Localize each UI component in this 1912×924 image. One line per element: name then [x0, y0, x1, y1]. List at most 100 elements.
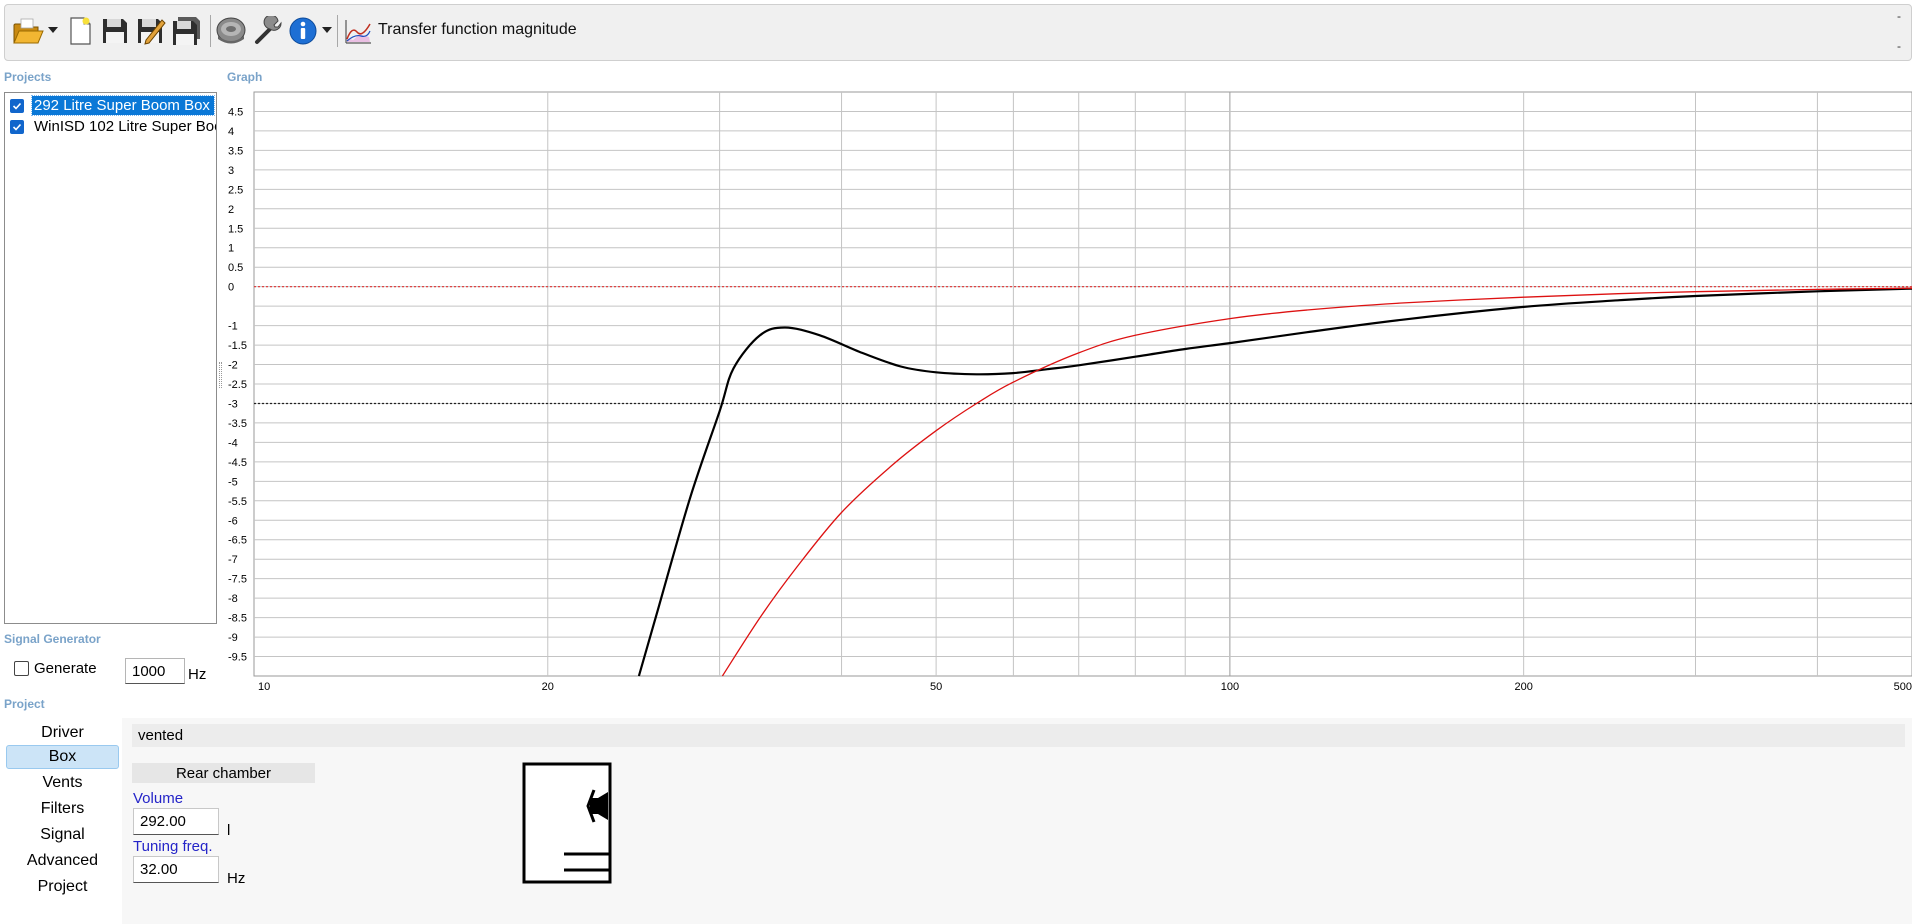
project-panel: Driver Box Vents Filters Signal Advanced… [0, 718, 1912, 924]
y-tick-label: -5.5 [228, 496, 247, 508]
y-tick-label: -2.5 [228, 379, 247, 391]
y-tick-label: 4 [228, 126, 234, 138]
y-tick-label: -3 [228, 398, 238, 410]
x-tick-label: 50 [930, 681, 942, 690]
y-tick-label: -1.5 [228, 340, 247, 352]
y-tick-label: 2 [228, 204, 234, 216]
driver-speaker-icon [216, 17, 246, 44]
y-tick-label: -8.5 [228, 613, 247, 625]
nav-project[interactable]: Project [6, 875, 119, 899]
y-tick-label: 3.5 [228, 145, 243, 157]
x-tick-label: 500 [1894, 681, 1912, 690]
info-dropdown-arrow[interactable] [322, 27, 332, 33]
y-tick-label: -2 [228, 360, 238, 372]
project-name: WinISD 102 Litre Super Boo [34, 118, 217, 135]
project-checkbox[interactable] [10, 119, 24, 134]
tuning-freq-unit: Hz [227, 870, 246, 887]
projects-list[interactable]: 292 Litre Super Boom Box WinISD 102 Litr… [4, 92, 217, 624]
box-type-selector[interactable]: vented [132, 724, 1905, 747]
x-tick-label: 200 [1514, 681, 1532, 690]
graph-type-label[interactable]: Transfer function magnitude [378, 21, 577, 39]
project-item-winisd-102-litre[interactable]: WinISD 102 Litre Super Boo [5, 116, 216, 137]
y-tick-label: -8 [228, 593, 238, 605]
checkmark-icon [12, 123, 22, 131]
y-tick-label: 4.5 [228, 106, 243, 118]
y-tick-label: -9 [228, 632, 238, 644]
volume-unit: l [227, 822, 231, 839]
signal-frequency-input[interactable] [125, 658, 185, 684]
signal-generator-section-label: Signal Generator [4, 632, 101, 646]
signal-frequency-unit: Hz [188, 666, 207, 683]
volume-label: Volume [133, 790, 184, 807]
y-tick-label: -3.5 [228, 418, 247, 430]
tuning-freq-input[interactable] [133, 856, 219, 883]
new-document-button[interactable] [63, 13, 97, 49]
x-tick-label: 100 [1221, 681, 1239, 690]
open-folder-dropdown-arrow[interactable] [48, 27, 58, 33]
y-tick-label: 1 [228, 243, 234, 255]
x-axis-tick-labels: 10 20 50 100 200 500 [258, 681, 1912, 690]
y-tick-label: 3 [228, 165, 234, 177]
box-diagram [522, 762, 612, 884]
checkmark-icon [12, 102, 22, 110]
projects-section-label: Projects [4, 70, 52, 84]
box-settings: vented Rear chamber Volume l Tuning freq… [122, 718, 1912, 924]
save-icon [103, 19, 127, 43]
y-tick-label: 2.5 [228, 184, 243, 196]
y-tick-label: 0.5 [228, 262, 243, 274]
generate-row[interactable]: Generate [14, 660, 97, 677]
window-minimize-mark[interactable]: - [1897, 9, 1901, 23]
x-tick-label: 10 [258, 681, 270, 690]
project-checkbox[interactable] [10, 98, 24, 113]
x-tick-label: 20 [542, 681, 554, 690]
toolbar: Transfer function magnitude - - [4, 4, 1912, 61]
graph-type-button[interactable] [341, 13, 375, 49]
transfer-function-graph[interactable]: 4.5 4 3.5 3 2.5 2 1.5 1 0.5 0 -1 -1.5 -2 -2.5 -3 -3.5 -4… [218, 90, 1912, 690]
info-icon [289, 17, 317, 45]
nav-vents[interactable]: Vents [6, 771, 119, 795]
graph-section-label: Graph [227, 70, 263, 84]
rear-chamber-header: Rear chamber [132, 763, 315, 783]
graph-chart-icon [345, 20, 371, 44]
nav-signal[interactable]: Signal [6, 823, 119, 847]
window-restore-mark[interactable]: - [1897, 39, 1901, 53]
save-as-button[interactable] [134, 13, 168, 49]
graph-grid [253, 91, 1912, 677]
y-tick-label: -6 [228, 515, 238, 527]
open-folder-button[interactable] [11, 13, 45, 49]
generate-checkbox[interactable] [14, 661, 29, 676]
y-tick-label: -7 [228, 554, 238, 566]
driver-button[interactable] [214, 13, 248, 49]
y-tick-label: -9.5 [228, 652, 247, 664]
y-axis-tick-labels: 4.5 4 3.5 3 2.5 2 1.5 1 0.5 0 -1 -1.5 -2 -2.5 -3 -3.5 -4… [228, 106, 247, 663]
project-item-292-litre[interactable]: 292 Litre Super Boom Box [5, 95, 216, 116]
save-all-icon [173, 17, 200, 45]
new-document-icon [70, 17, 91, 45]
save-as-icon [138, 19, 166, 45]
project-name: 292 Litre Super Boom Box [31, 95, 215, 116]
generate-label[interactable]: Generate [34, 660, 97, 677]
tuning-freq-label: Tuning freq. [133, 838, 213, 855]
save-button[interactable] [98, 13, 132, 49]
tools-button[interactable] [251, 13, 285, 49]
open-folder-icon [13, 18, 44, 44]
y-tick-label: -6.5 [228, 535, 247, 547]
project-nav: Driver Box Vents Filters Signal Advanced… [0, 718, 122, 924]
y-tick-label: -5 [228, 476, 238, 488]
project-section-label: Project [4, 697, 45, 711]
box-enclosure-outline [522, 762, 612, 884]
y-tick-label: -4.5 [228, 457, 247, 469]
nav-driver[interactable]: Driver [6, 721, 119, 745]
y-tick-label: -7.5 [228, 574, 247, 586]
tools-wrench-icon [255, 16, 282, 44]
y-tick-label: 1.5 [228, 223, 243, 235]
nav-box[interactable]: Box [6, 745, 119, 769]
volume-input[interactable] [133, 808, 219, 835]
nav-filters[interactable]: Filters [6, 797, 119, 821]
y-tick-label: -1 [228, 321, 238, 333]
info-button[interactable] [286, 13, 320, 49]
y-tick-label: -4 [228, 437, 238, 449]
nav-advanced[interactable]: Advanced [6, 849, 119, 873]
save-all-button[interactable] [170, 13, 204, 49]
y-tick-label: 0 [228, 282, 234, 294]
